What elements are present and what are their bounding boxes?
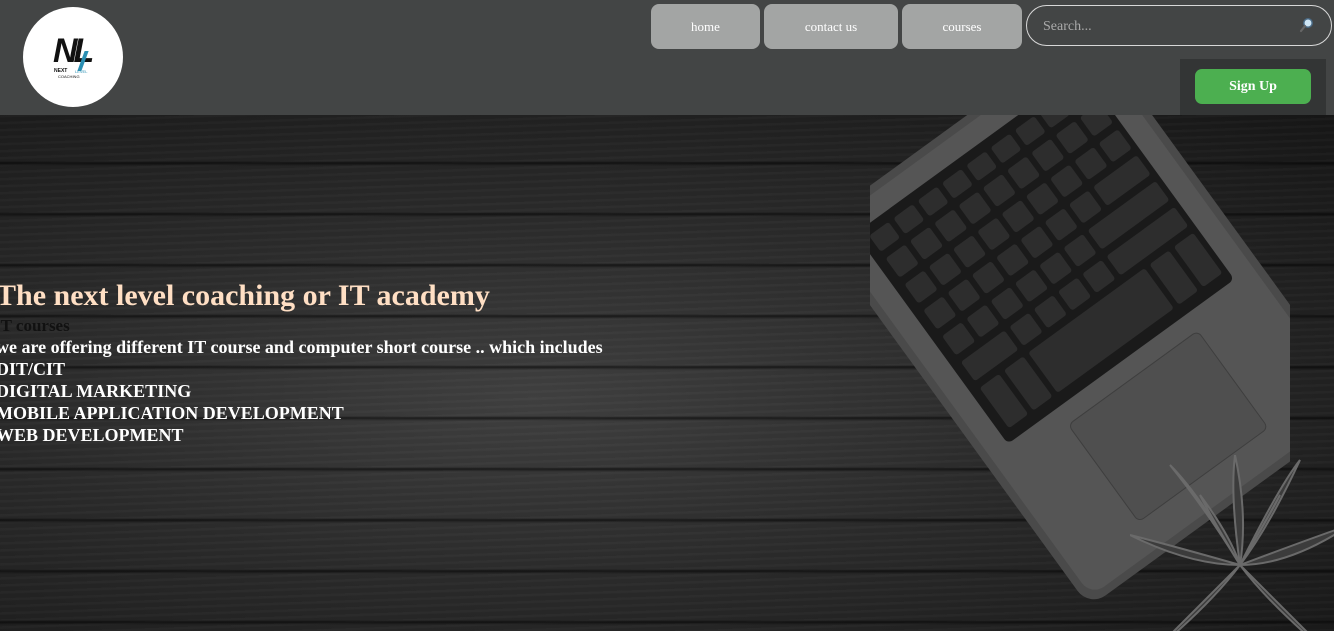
site-header: NL NEXT LEVEL COACHING home contact us c… [0,0,1334,115]
course-item: WEB DEVELOPMENT [0,425,184,445]
signup-button[interactable]: Sign Up [1195,69,1311,104]
hero-banner: The next level coaching or IT academy IT… [0,115,1334,631]
plant-image [1130,455,1334,631]
nav-home-button[interactable]: home [651,4,760,49]
logo-text-coaching: COACHING [58,74,80,79]
course-item: DIGITAL MARKETING [0,381,192,401]
hero-subtitle: IT courses [0,316,70,335]
nav-courses-button[interactable]: courses [902,4,1022,49]
search-box [1026,5,1332,47]
search-input[interactable] [1041,6,1295,47]
hero-intro: we are offering different IT course and … [0,337,603,357]
site-logo[interactable]: NL NEXT LEVEL COACHING [23,7,123,107]
search-icon[interactable] [1299,17,1315,33]
signup-container: Sign Up [1180,59,1326,115]
nav-contact-button[interactable]: contact us [764,4,898,49]
hero-title: The next level coaching or IT academy [0,279,490,312]
course-item: MOBILE APPLICATION DEVELOPMENT [0,403,344,423]
course-item: DIT/CIT [0,359,66,379]
